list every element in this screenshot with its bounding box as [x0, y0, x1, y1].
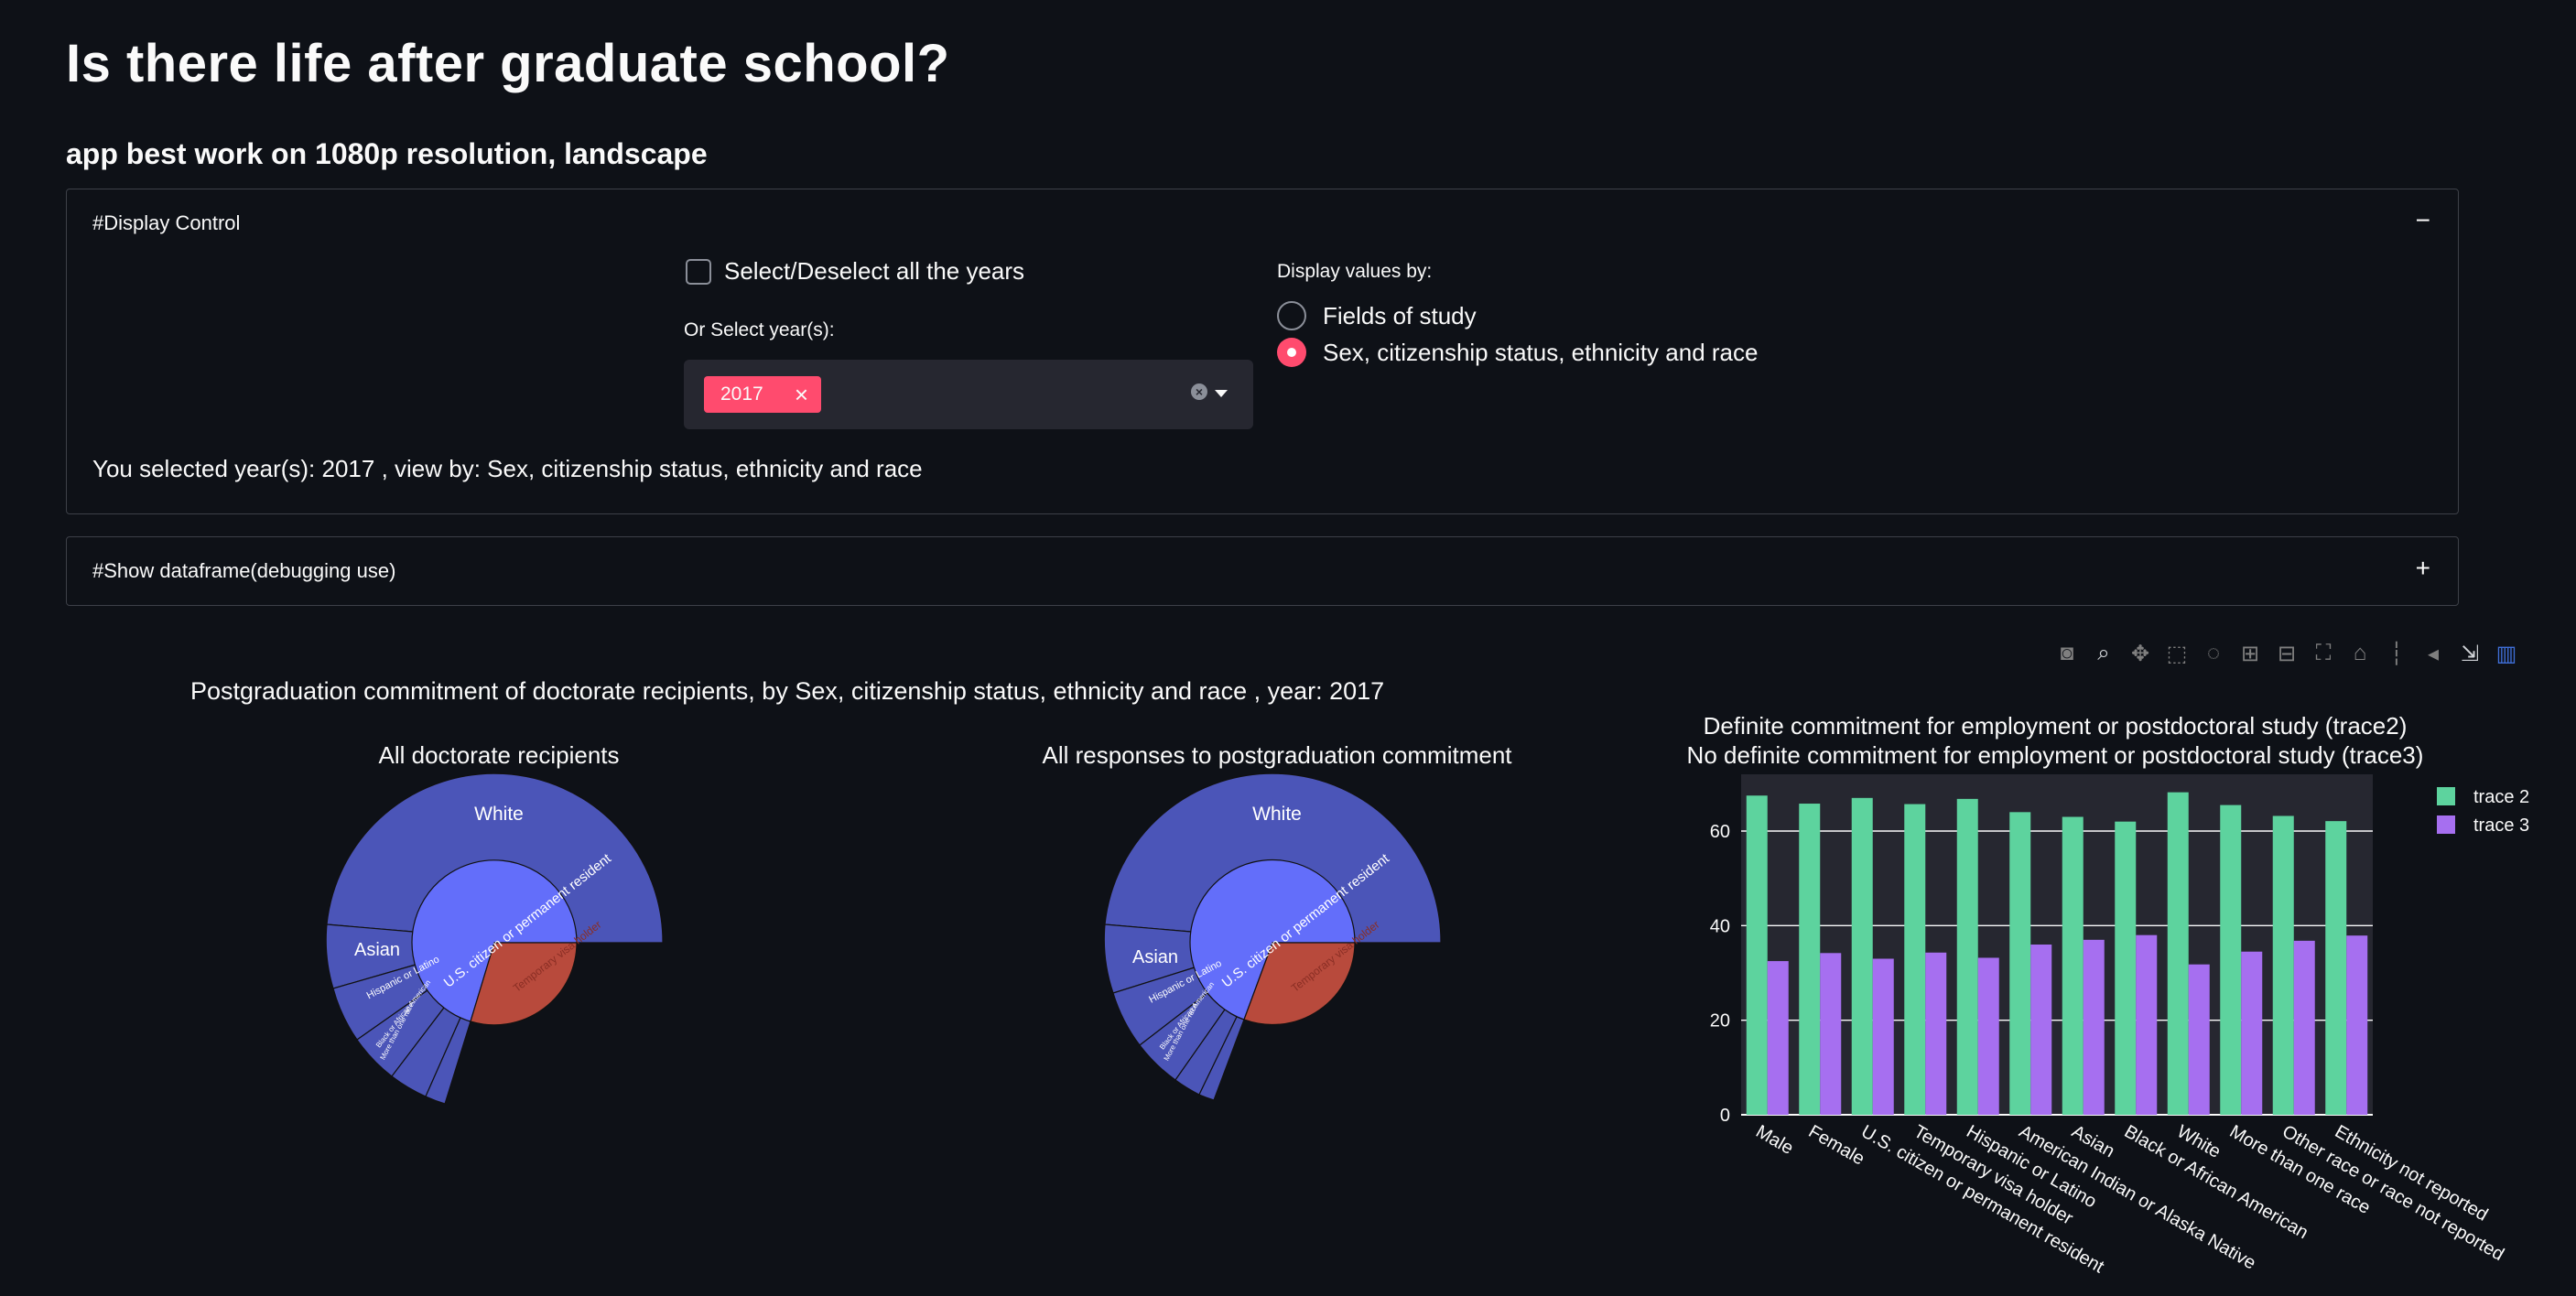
radio-button[interactable]	[1277, 301, 1306, 330]
zoom-icon[interactable]: ⌕	[2091, 641, 2116, 667]
bar-title-line2: No definite commitment for employment or…	[1686, 741, 2424, 769]
box-select-icon[interactable]: ⬚	[2164, 641, 2190, 667]
zoom-in-icon[interactable]: ⊞	[2237, 641, 2263, 667]
bar-trace3[interactable]	[2293, 940, 2315, 1115]
radio-label: Sex, citizenship status, ethnicity and r…	[1323, 338, 1759, 366]
year-tag-label: 2017	[720, 383, 763, 405]
bar-trace3[interactable]	[1872, 958, 1894, 1116]
y-tick-label: 60	[1710, 822, 1730, 842]
bar-trace3[interactable]	[1977, 957, 1999, 1115]
legend-label[interactable]: trace 2	[2473, 787, 2529, 807]
radio-fields-of-study[interactable]: Fields of study	[1277, 301, 1477, 330]
plot-modebar: ◙ ⌕ ✥ ⬚ ◌ ⊞ ⊟ ⛶ ⌂ ┆ ◂ ⇲ ▥	[2054, 641, 2519, 667]
legend-swatch[interactable]	[2437, 787, 2455, 805]
sunburst-left-title: All doctorate recipients	[378, 741, 620, 769]
radio-label: Fields of study	[1323, 301, 1477, 329]
bar-trace3[interactable]	[1820, 953, 1842, 1115]
compare-icon[interactable]: ⇲	[2457, 641, 2483, 667]
radio-sex-citizenship[interactable]: Sex, citizenship status, ethnicity and r…	[1277, 338, 1758, 367]
select-all-years-checkbox[interactable]: Select/Deselect all the years	[686, 257, 1024, 286]
clear-all-icon[interactable]: ×	[1191, 383, 1207, 400]
radio-button-selected[interactable]	[1277, 338, 1306, 367]
remove-tag-icon[interactable]: ×	[795, 381, 808, 409]
bar-trace3[interactable]	[2188, 964, 2210, 1115]
checkbox-label: Select/Deselect all the years	[724, 257, 1025, 285]
bar-trace2[interactable]	[2220, 805, 2242, 1115]
dataframe-expander[interactable]: #Show dataframe(debugging use) +	[66, 536, 2459, 606]
plotly-logo-icon[interactable]: ▥	[2494, 641, 2519, 667]
sunburst-label-asian: Asian	[354, 940, 400, 960]
bar-trace2[interactable]	[2167, 792, 2189, 1115]
sunburst-label-white: White	[474, 804, 524, 825]
year-tag: 2017 ×	[704, 376, 821, 413]
figure-title: Postgraduation commitment of doctorate r…	[190, 677, 1385, 705]
chevron-down-icon[interactable]	[1215, 390, 1228, 397]
page-subtitle: app best work on 1080p resolution, lands…	[66, 137, 708, 170]
bar-trace3[interactable]	[2136, 934, 2158, 1115]
lasso-icon[interactable]: ◌	[2201, 641, 2226, 667]
spike-lines-icon[interactable]: ┆	[2384, 641, 2409, 667]
x-tick-label: Male	[1752, 1121, 1797, 1159]
y-tick-label: 20	[1710, 1011, 1730, 1031]
bar-trace2[interactable]	[2325, 821, 2347, 1115]
bar-trace3[interactable]	[2083, 939, 2105, 1115]
y-tick-label: 40	[1710, 916, 1730, 936]
bar-trace3[interactable]	[2346, 935, 2368, 1115]
camera-icon[interactable]: ◙	[2054, 641, 2080, 667]
x-tick-label: Female	[1805, 1121, 1868, 1169]
hover-icon[interactable]: ◂	[2420, 641, 2446, 667]
autoscale-icon[interactable]: ⛶	[2311, 641, 2336, 667]
bar-trace3[interactable]	[1767, 961, 1789, 1115]
legend-label[interactable]: trace 3	[2473, 815, 2529, 836]
bar-trace2[interactable]	[2115, 821, 2137, 1115]
bar-trace2[interactable]	[2272, 815, 2294, 1115]
bar-trace3[interactable]	[2241, 951, 2263, 1115]
page-title: Is there life after graduate school?	[66, 34, 950, 93]
year-select-label: Or Select year(s):	[684, 319, 835, 340]
display-control-expander: #Display Control − Select/Deselect all t…	[66, 189, 2459, 514]
pan-icon[interactable]: ✥	[2127, 641, 2153, 667]
sunburst-label-asian: Asian	[1132, 947, 1178, 967]
x-tick-label: Other race or race not reported	[2278, 1121, 2507, 1265]
expand-toggle-icon[interactable]: +	[2416, 554, 2430, 583]
bar-trace2[interactable]	[2009, 812, 2031, 1115]
bar-trace2[interactable]	[1956, 798, 1978, 1115]
selection-summary: You selected year(s): 2017 , view by: Se…	[92, 455, 923, 482]
year-multiselect[interactable]: 2017 × ×	[684, 360, 1253, 429]
display-control-header[interactable]: #Display Control	[92, 211, 240, 235]
home-icon[interactable]: ⌂	[2347, 641, 2373, 667]
bar-trace2[interactable]	[1851, 797, 1873, 1115]
collapse-toggle-icon[interactable]: −	[2416, 206, 2430, 235]
sunburst-label-white: White	[1252, 804, 1302, 825]
bar-title-line1: Definite commitment for employment or po…	[1703, 712, 2408, 740]
bar-trace3[interactable]	[1925, 952, 1947, 1115]
bar-trace2[interactable]	[1799, 804, 1821, 1115]
y-tick-label: 0	[1720, 1106, 1730, 1126]
sunburst-right[interactable]: White Asian U.S. citizen or permanent re…	[1099, 769, 1465, 1117]
bar-trace2[interactable]	[1904, 804, 1926, 1115]
bar-trace2[interactable]	[2062, 816, 2084, 1116]
checkbox-box[interactable]	[686, 258, 711, 285]
sunburst-left[interactable]: White Asian U.S. citizen or permanent re…	[320, 769, 687, 1117]
bar-trace3[interactable]	[2030, 945, 2052, 1115]
zoom-out-icon[interactable]: ⊟	[2274, 641, 2300, 667]
legend-swatch[interactable]	[2437, 815, 2455, 834]
bar-chart[interactable]: 0204060Male FemaleU.S. citizen or permane…	[1648, 769, 2563, 1281]
dataframe-header[interactable]: #Show dataframe(debugging use)	[92, 559, 395, 583]
display-by-label: Display values by:	[1277, 261, 1433, 282]
sunburst-right-title: All responses to postgraduation commitme…	[1042, 741, 1512, 769]
bar-trace2[interactable]	[1746, 795, 1768, 1115]
